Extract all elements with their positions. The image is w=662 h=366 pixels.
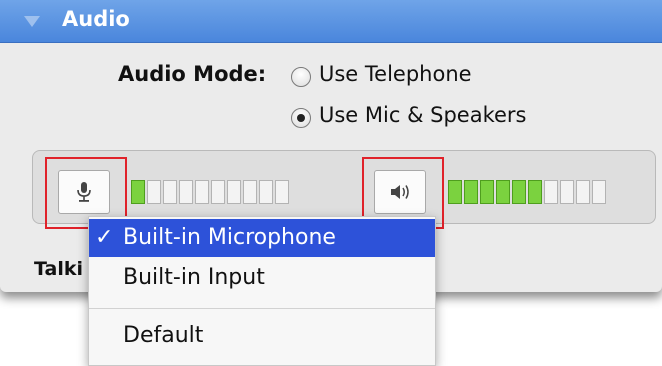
talking-label: Talki bbox=[34, 258, 83, 280]
meter-segment bbox=[243, 180, 257, 204]
menu-item-label: Built-in Input bbox=[123, 265, 265, 290]
microphone-button[interactable] bbox=[58, 170, 110, 214]
meter-segment bbox=[592, 180, 606, 204]
use-telephone-radio[interactable] bbox=[291, 67, 311, 87]
meter-segment bbox=[227, 180, 241, 204]
speaker-button[interactable] bbox=[374, 170, 426, 214]
meter-segment bbox=[259, 180, 273, 204]
meter-segment bbox=[544, 180, 558, 204]
audio-mode-label: Audio Mode: bbox=[118, 62, 267, 86]
meter-segment bbox=[211, 180, 225, 204]
meter-segment bbox=[147, 180, 161, 204]
meter-segment bbox=[163, 180, 177, 204]
meter-segment bbox=[496, 180, 510, 204]
meter-segment bbox=[512, 180, 526, 204]
speaker-icon bbox=[391, 185, 409, 199]
use-telephone-label[interactable]: Use Telephone bbox=[319, 62, 472, 86]
meter-segment bbox=[275, 180, 289, 204]
panel-title: Audio bbox=[62, 7, 130, 31]
meter-segment bbox=[560, 180, 574, 204]
menu-item-built-in-microphone[interactable]: ✓ Built-in Microphone bbox=[89, 219, 435, 257]
microphone-dropdown-menu: ✓ Built-in Microphone Built-in Input Def… bbox=[88, 216, 436, 366]
menu-separator bbox=[89, 308, 435, 309]
meter-segment bbox=[480, 180, 494, 204]
meter-segment bbox=[576, 180, 590, 204]
use-mic-speakers-label[interactable]: Use Mic & Speakers bbox=[319, 103, 527, 127]
meter-segment bbox=[131, 180, 145, 204]
use-mic-speakers-radio[interactable] bbox=[291, 108, 311, 128]
meter-segment bbox=[464, 180, 478, 204]
meter-segment bbox=[528, 180, 542, 204]
meter-segment bbox=[448, 180, 462, 204]
meter-segment bbox=[195, 180, 209, 204]
speaker-level-meter bbox=[448, 180, 606, 204]
menu-item-label: Default bbox=[123, 323, 204, 348]
menu-item-built-in-input[interactable]: Built-in Input bbox=[89, 259, 435, 297]
disclosure-triangle-icon[interactable] bbox=[24, 16, 40, 27]
meter-segment bbox=[179, 180, 193, 204]
checkmark-icon: ✓ bbox=[95, 225, 114, 250]
menu-item-default[interactable]: Default bbox=[89, 317, 435, 355]
audio-panel-header[interactable]: Audio bbox=[0, 0, 662, 43]
radio-selected-dot bbox=[297, 114, 305, 122]
menu-item-label: Built-in Microphone bbox=[123, 225, 336, 250]
microphone-level-meter bbox=[131, 180, 289, 204]
microphone-icon bbox=[77, 182, 91, 202]
